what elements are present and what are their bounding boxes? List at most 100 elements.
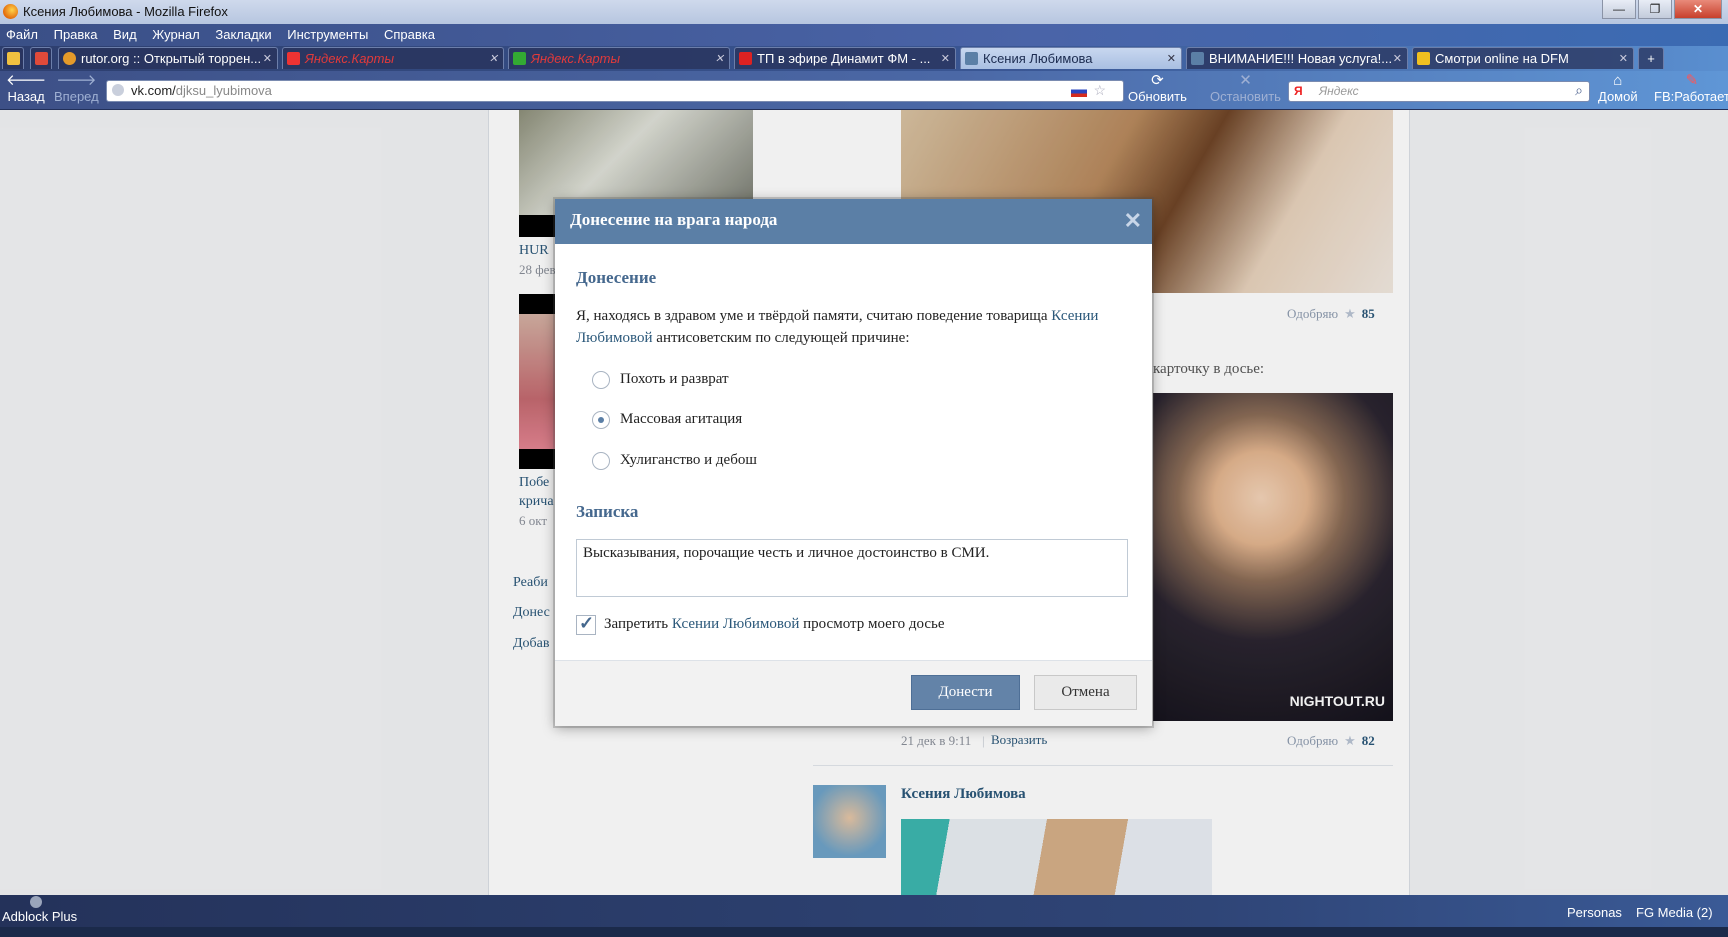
radio-button-selected[interactable] (592, 411, 610, 429)
tab-label: ТП в эфире Динамит ФМ - ... (757, 51, 931, 66)
tab-close-icon[interactable]: ✕ (263, 48, 272, 69)
forbid-view-checkbox[interactable]: ✓ (576, 613, 596, 635)
adblock-label[interactable]: Adblock Plus (2, 909, 77, 924)
forward-arrow-icon: 🡒 (56, 72, 97, 89)
radio-label: Похоть и разврат (620, 371, 729, 387)
back-button[interactable]: 🡐 Назад (6, 72, 47, 105)
maximize-button[interactable]: ❐ (1638, 0, 1672, 19)
url-host: vk.com/ (131, 83, 176, 98)
menu-file[interactable]: Файл (0, 24, 44, 42)
app-tab-icon (7, 52, 20, 65)
fgmedia-button[interactable]: FG Media (2) (1636, 905, 1713, 920)
firefox-logo-icon (3, 4, 18, 19)
back-arrow-icon: 🡐 (6, 72, 47, 89)
search-bar[interactable]: Я Яндекс ⌕ (1288, 81, 1590, 102)
tab-yandex-maps-2[interactable]: Яндекс.Карты ✕ (508, 47, 730, 69)
tab-label: rutor.org :: Открытый торрен... (81, 51, 262, 66)
address-bar[interactable]: vk.com/djksu_lyubimova ☆ (106, 80, 1124, 102)
tab-strip: rutor.org :: Открытый торрен... ✕ Яндекс.… (0, 46, 1728, 71)
report-text: Я, находясь в здравом уме и твёрдой памя… (576, 305, 1136, 349)
rutor-icon (63, 52, 76, 65)
tab-vk-notice[interactable]: ВНИМАНИЕ!!! Новая услуга!... ✕ (1186, 47, 1408, 69)
menu-help[interactable]: Справка (378, 24, 441, 42)
menu-view[interactable]: Вид (107, 24, 143, 42)
close-icon[interactable]: ✕ (1124, 209, 1142, 233)
windows-taskbar (0, 927, 1728, 937)
tab-rutor[interactable]: rutor.org :: Открытый торрен... ✕ (58, 47, 278, 69)
stop-label: Остановить (1210, 89, 1281, 104)
tab-app[interactable] (2, 47, 24, 69)
window-titlebar: Ксения Любимова - Mozilla Firefox — ❐ ✕ (0, 0, 1728, 25)
adblock-icon[interactable] (30, 896, 42, 908)
minimize-button[interactable]: — (1602, 0, 1636, 19)
menu-bar: Файл Правка Вид Журнал Закладки Инструме… (0, 24, 1728, 46)
checkbox-label-after: просмотр моего досье (803, 616, 945, 632)
back-label: Назад (7, 89, 45, 104)
section-note-title: Записка (576, 502, 639, 521)
dialog-footer: Донести Отмена (555, 660, 1152, 726)
maps-icon (513, 52, 526, 65)
yandex-engine-icon[interactable]: Я (1294, 84, 1303, 98)
window-title: Ксения Любимова - Mozilla Firefox (23, 4, 228, 19)
stop-button[interactable]: ✕ Остановить (1210, 72, 1281, 105)
search-icon[interactable]: ⌕ (1575, 82, 1583, 99)
bookmark-star-icon[interactable]: ☆ (1093, 82, 1106, 99)
site-identity-icon[interactable] (112, 84, 124, 96)
vk-icon (965, 52, 978, 65)
fb-status-button[interactable]: ✎ FB:Работает (1654, 72, 1728, 105)
checkbox-user-link[interactable]: Ксении Любимовой (672, 616, 800, 632)
section-report-title: Донесение (576, 268, 657, 287)
home-icon: ⌂ (1613, 72, 1623, 89)
report-dialog: Донесение на врага народа ✕ Донесение Я,… (555, 199, 1152, 726)
menu-bookmarks[interactable]: Закладки (209, 24, 277, 42)
radio-label: Хулиганство и дебош (620, 452, 757, 468)
new-tab-button[interactable]: + (1638, 47, 1664, 69)
dialog-title: Донесение на врага народа (555, 199, 1152, 244)
menu-history[interactable]: Журнал (146, 24, 205, 42)
checkbox-label: Запретить Ксении Любимовой просмотр моег… (604, 616, 945, 633)
checkmark-icon: ✓ (579, 613, 595, 633)
tab-close-icon[interactable]: ✕ (1393, 48, 1402, 69)
vk-icon (1191, 52, 1204, 65)
note-textarea[interactable]: Высказывания, порочащие честь и личное д… (576, 539, 1128, 597)
tab-gmail[interactable] (30, 47, 52, 69)
forward-button[interactable]: 🡒 Вперед (54, 72, 99, 105)
tab-label: Яндекс.Карты (305, 51, 395, 66)
tab-close-icon[interactable]: ✕ (1167, 48, 1176, 69)
tab-close-icon[interactable]: ✕ (1619, 48, 1628, 69)
report-text-after: антисоветским по следующей причине: (656, 330, 910, 346)
tab-vk-active[interactable]: Ксения Любимова ✕ (960, 47, 1182, 69)
cancel-button[interactable]: Отмена (1034, 675, 1137, 710)
personas-button[interactable]: Personas (1567, 905, 1622, 920)
fb-status-icon: ✎ (1685, 72, 1699, 89)
tab-dfm-online[interactable]: Смотри online на DFM ✕ (1412, 47, 1634, 69)
dfm-online-icon (1417, 52, 1430, 65)
report-text-before: Я, находясь в здравом уме и твёрдой памя… (576, 308, 1048, 324)
radio-label: Массовая агитация (620, 411, 743, 427)
addon-bar: Adblock Plus Personas FG Media (2) (0, 895, 1728, 927)
menu-tools[interactable]: Инструменты (281, 24, 374, 42)
yandex-icon (287, 52, 300, 65)
tab-dfm[interactable]: ТП в эфире Динамит ФМ - ... ✕ (734, 47, 956, 69)
home-button[interactable]: ⌂ Домой (1598, 72, 1638, 105)
tab-label: ВНИМАНИЕ!!! Новая услуга!... (1209, 51, 1393, 66)
stop-icon: ✕ (1239, 72, 1252, 89)
radio-button[interactable] (592, 452, 610, 470)
forward-label: Вперед (54, 89, 99, 104)
navigation-toolbar: 🡐 Назад 🡒 Вперед vk.com/djksu_lyubimova ☆ … (0, 71, 1728, 110)
tab-close-icon[interactable]: ✕ (489, 48, 498, 69)
reload-label: Обновить (1128, 89, 1187, 104)
menu-edit[interactable]: Правка (48, 24, 104, 42)
reload-button[interactable]: ⟳ Обновить (1128, 73, 1187, 105)
submit-report-button[interactable]: Донести (911, 675, 1020, 710)
tab-yandex-maps-1[interactable]: Яндекс.Карты ✕ (282, 47, 504, 69)
close-window-button[interactable]: ✕ (1674, 0, 1722, 19)
tab-label: Ксения Любимова (983, 51, 1093, 66)
russian-flag-icon (1071, 86, 1087, 97)
url-text: vk.com/djksu_lyubimova (131, 83, 272, 98)
radio-button[interactable] (592, 371, 610, 389)
tab-close-icon[interactable]: ✕ (715, 48, 724, 69)
tab-close-icon[interactable]: ✕ (941, 48, 950, 69)
tab-label: Яндекс.Карты (531, 51, 621, 66)
url-path: djksu_lyubimova (175, 83, 272, 98)
